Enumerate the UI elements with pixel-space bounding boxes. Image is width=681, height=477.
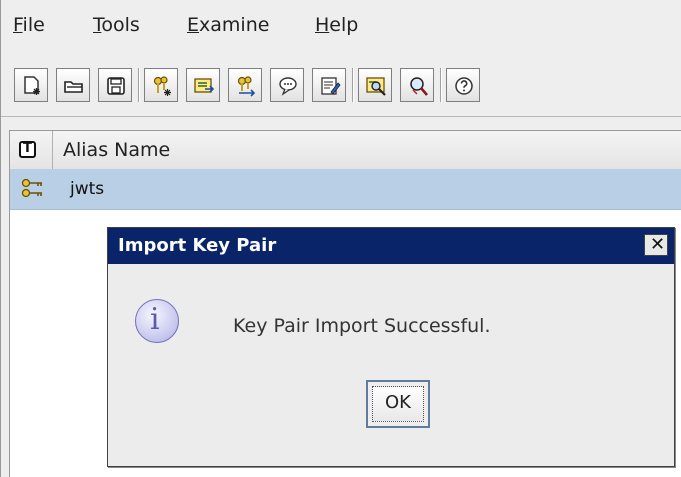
entry-type-column-icon[interactable] xyxy=(19,141,36,158)
toolbar-separator xyxy=(440,68,442,102)
menu-tools[interactable]: Tools xyxy=(93,14,140,36)
dialog-message: Key Pair Import Successful. xyxy=(233,315,491,337)
column-separator[interactable] xyxy=(52,131,53,169)
help-button[interactable] xyxy=(446,68,480,102)
menu-file[interactable]: File xyxy=(13,14,45,36)
information-icon: i xyxy=(135,299,179,343)
toolbar xyxy=(1,46,681,117)
information-icon-glyph: i xyxy=(150,302,160,337)
menu-examine-label: xamine xyxy=(199,14,270,36)
key-pair-entry-icon xyxy=(21,178,42,198)
menu-file-label: ile xyxy=(22,14,45,36)
examine-ssl-icon xyxy=(410,77,428,96)
import-certificate-button[interactable] xyxy=(186,68,220,102)
menu-help-mnemonic: H xyxy=(315,14,330,36)
close-icon: ✕ xyxy=(650,234,666,255)
save-keystore-button[interactable] xyxy=(98,68,132,102)
dialog-title: Import Key Pair xyxy=(118,235,277,256)
menu-file-mnemonic: F xyxy=(13,14,23,36)
table-row[interactable]: jwts xyxy=(10,169,681,210)
import-certificate-icon xyxy=(194,78,215,93)
dialog-title-bar[interactable]: Import Key Pair ✕ xyxy=(108,228,674,264)
menu-examine-mnemonic: E xyxy=(187,14,200,36)
menu-examine[interactable]: Examine xyxy=(187,14,269,36)
generate-key-pair-button[interactable] xyxy=(144,68,178,102)
edit-icon xyxy=(321,77,341,95)
app-window: File Tools Examine Help T Alias Name jwt… xyxy=(0,0,681,477)
close-button[interactable]: ✕ xyxy=(644,234,668,256)
alias-cell: jwts xyxy=(70,179,105,199)
ok-button-label: OK xyxy=(385,392,411,413)
import-key-pair-button[interactable] xyxy=(228,68,262,102)
alias-name-column-header[interactable]: Alias Name xyxy=(63,139,170,161)
import-key-pair-icon xyxy=(237,76,256,97)
menu-help-label: elp xyxy=(329,14,359,36)
import-key-pair-dialog: Import Key Pair ✕ i Key Pair Import Succ… xyxy=(107,227,675,467)
ok-button[interactable]: OK xyxy=(366,380,430,428)
examine-certificate-button[interactable] xyxy=(358,68,392,102)
edit-button[interactable] xyxy=(312,68,346,102)
new-keystore-icon xyxy=(24,76,40,95)
menu-help[interactable]: Help xyxy=(315,14,358,36)
generate-key-pair-icon xyxy=(153,76,171,96)
message-icon xyxy=(279,77,297,96)
toolbar-separator xyxy=(352,68,354,102)
open-keystore-button[interactable] xyxy=(56,68,90,102)
table-header: Alias Name xyxy=(10,131,681,170)
new-keystore-button[interactable] xyxy=(14,68,48,102)
toolbar-separator xyxy=(138,68,140,102)
save-keystore-icon xyxy=(107,77,125,95)
message-button[interactable] xyxy=(270,68,304,102)
examine-certificate-icon xyxy=(366,77,386,96)
open-keystore-icon xyxy=(64,81,83,93)
menu-bar: File Tools Examine Help xyxy=(1,0,681,46)
menu-tools-label: ools xyxy=(101,14,140,36)
help-icon xyxy=(455,77,473,95)
examine-ssl-button[interactable] xyxy=(400,68,434,102)
